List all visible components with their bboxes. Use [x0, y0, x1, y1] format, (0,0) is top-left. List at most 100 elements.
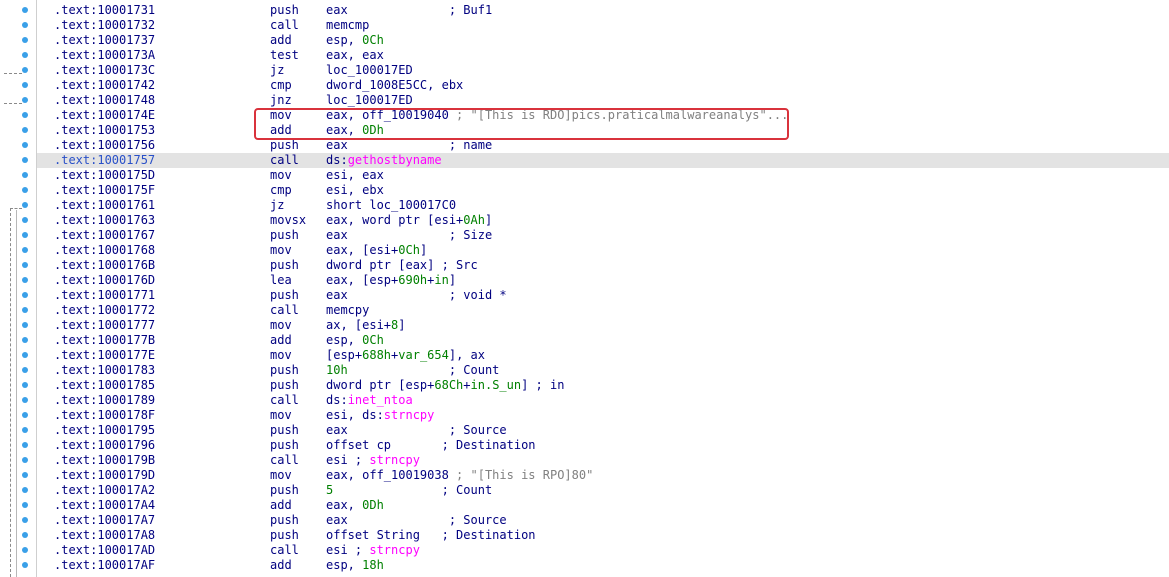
breakpoint-dot-icon[interactable]: [22, 217, 28, 223]
numeric-literal[interactable]: in.S_un: [471, 378, 522, 392]
breakpoint-dot-icon[interactable]: [22, 172, 28, 178]
operand-text[interactable]: ]: [398, 318, 405, 332]
operands[interactable]: 5 ; Count: [326, 483, 492, 498]
numeric-literal[interactable]: 688h: [362, 348, 391, 362]
operand-text[interactable]: loc_100017ED: [326, 63, 413, 77]
operand-text[interactable]: [esp+: [326, 348, 362, 362]
instruction-row[interactable]: .text:10001783 push 10h ; Count: [37, 363, 1169, 378]
address-label[interactable]: .text:10001731: [54, 3, 155, 18]
address-label[interactable]: .text:1000174E: [54, 108, 155, 123]
mnemonic[interactable]: add: [270, 333, 292, 348]
breakpoint-dot-icon[interactable]: [22, 7, 28, 13]
operand-text[interactable]: ]: [449, 273, 456, 287]
mnemonic[interactable]: add: [270, 498, 292, 513]
operand-text[interactable]: ds:: [326, 393, 348, 407]
instruction-row[interactable]: .text:10001785 push dword ptr [esp+68Ch+in…: [37, 378, 1169, 393]
instruction-row[interactable]: .text:1000173A test eax, eax: [37, 48, 1169, 63]
numeric-literal[interactable]: 0Ah: [463, 213, 485, 227]
import-name[interactable]: strncpy: [384, 408, 435, 422]
breakpoint-dot-icon[interactable]: [22, 37, 28, 43]
operand-text[interactable]: eax, [esp+: [326, 273, 398, 287]
address-label[interactable]: .text:10001783: [54, 363, 155, 378]
breakpoint-dot-icon[interactable]: [22, 472, 28, 478]
breakpoint-dot-icon[interactable]: [22, 97, 28, 103]
mnemonic[interactable]: mov: [270, 468, 292, 483]
mnemonic[interactable]: add: [270, 33, 292, 48]
instruction-row[interactable]: .text:10001772 call memcpy: [37, 303, 1169, 318]
operand-text[interactable]: esi ;: [326, 543, 369, 557]
mnemonic[interactable]: cmp: [270, 78, 292, 93]
operands[interactable]: eax, [esp+690h+in]: [326, 273, 456, 288]
operands[interactable]: eax ; name: [326, 138, 492, 153]
operands[interactable]: offset cp ; Destination: [326, 438, 536, 453]
operand-text[interactable]: eax: [326, 288, 348, 302]
mnemonic[interactable]: push: [270, 258, 299, 273]
operand-text[interactable]: ] ; in: [521, 378, 564, 392]
instruction-row[interactable]: .text:1000178F mov esi, ds:strncpy: [37, 408, 1169, 423]
address-label[interactable]: .text:100017AF: [54, 558, 155, 573]
disassembly-view[interactable]: .text:10001731 push eax ; Buf1 .text:100017…: [0, 0, 1169, 577]
operands[interactable]: dword_1008E5CC, ebx: [326, 78, 463, 93]
breakpoint-dot-icon[interactable]: [22, 352, 28, 358]
breakpoint-dot-icon[interactable]: [22, 562, 28, 568]
operands[interactable]: esi, eax: [326, 168, 384, 183]
address-label[interactable]: .text:10001742: [54, 78, 155, 93]
operands[interactable]: memcpy: [326, 303, 369, 318]
operand-text[interactable]: eax: [326, 513, 348, 527]
breakpoint-dot-icon[interactable]: [22, 487, 28, 493]
numeric-literal[interactable]: 0Ch: [362, 333, 384, 347]
operands[interactable]: memcmp: [326, 18, 369, 33]
address-label[interactable]: .text:1000177B: [54, 333, 155, 348]
operands[interactable]: eax ; Source: [326, 423, 507, 438]
breakpoint-dot-icon[interactable]: [22, 127, 28, 133]
operands[interactable]: esi, ebx: [326, 183, 384, 198]
numeric-literal[interactable]: 0Ch: [362, 33, 384, 47]
mnemonic[interactable]: push: [270, 228, 299, 243]
operands[interactable]: loc_100017ED: [326, 63, 413, 78]
breakpoint-dot-icon[interactable]: [22, 517, 28, 523]
mnemonic[interactable]: push: [270, 138, 299, 153]
instruction-row[interactable]: .text:10001789 call ds:inet_ntoa: [37, 393, 1169, 408]
address-label[interactable]: .text:10001763: [54, 213, 155, 228]
operand-text[interactable]: dword_1008E5CC, ebx: [326, 78, 463, 92]
breakpoint-dot-icon[interactable]: [22, 187, 28, 193]
breakpoint-dot-icon[interactable]: [22, 247, 28, 253]
address-label[interactable]: .text:100017A7: [54, 513, 155, 528]
address-label[interactable]: .text:10001789: [54, 393, 155, 408]
address-label[interactable]: .text:100017A4: [54, 498, 155, 513]
mnemonic[interactable]: jz: [270, 198, 284, 213]
operand-text[interactable]: memcpy: [326, 303, 369, 317]
instruction-row[interactable]: .text:1000175F cmp esi, ebx: [37, 183, 1169, 198]
instruction-row[interactable]: .text:1000176D lea eax, [esp+690h+in]: [37, 273, 1169, 288]
address-label[interactable]: .text:10001756: [54, 138, 155, 153]
operands[interactable]: eax ; Buf1: [326, 3, 492, 18]
address-label[interactable]: .text:1000176D: [54, 273, 155, 288]
breakpoint-dot-icon[interactable]: [22, 382, 28, 388]
breakpoint-dot-icon[interactable]: [22, 67, 28, 73]
operand-text[interactable]: ]: [485, 213, 492, 227]
breakpoint-dot-icon[interactable]: [22, 367, 28, 373]
address-label[interactable]: .text:1000173C: [54, 63, 155, 78]
operand-text[interactable]: esp,: [326, 333, 362, 347]
operands[interactable]: short loc_100017C0: [326, 198, 456, 213]
breakpoint-dot-icon[interactable]: [22, 277, 28, 283]
operand-text[interactable]: loc_100017ED: [326, 93, 413, 107]
mnemonic[interactable]: add: [270, 558, 292, 573]
instruction-row[interactable]: .text:10001796 push offset cp ; Destinatio…: [37, 438, 1169, 453]
address-label[interactable]: .text:10001757: [54, 153, 155, 168]
instruction-row[interactable]: .text:10001748 jnz loc_100017ED: [37, 93, 1169, 108]
instruction-row[interactable]: .text:100017AF add esp, 18h: [37, 558, 1169, 573]
instruction-row[interactable]: .text:10001777 mov ax, [esi+8]: [37, 318, 1169, 333]
import-name[interactable]: strncpy: [369, 543, 420, 557]
instruction-row[interactable]: .text:1000173C jz loc_100017ED: [37, 63, 1169, 78]
operand-text[interactable]: eax: [326, 228, 348, 242]
mnemonic[interactable]: push: [270, 363, 299, 378]
address-label[interactable]: .text:1000173A: [54, 48, 155, 63]
operands[interactable]: eax, 0Dh: [326, 498, 384, 513]
operands[interactable]: esp, 0Ch: [326, 333, 384, 348]
mnemonic[interactable]: push: [270, 438, 299, 453]
breakpoint-dot-icon[interactable]: [22, 457, 28, 463]
mnemonic[interactable]: call: [270, 543, 299, 558]
import-name[interactable]: gethostbyname: [348, 153, 442, 167]
numeric-literal[interactable]: 690h: [398, 273, 427, 287]
